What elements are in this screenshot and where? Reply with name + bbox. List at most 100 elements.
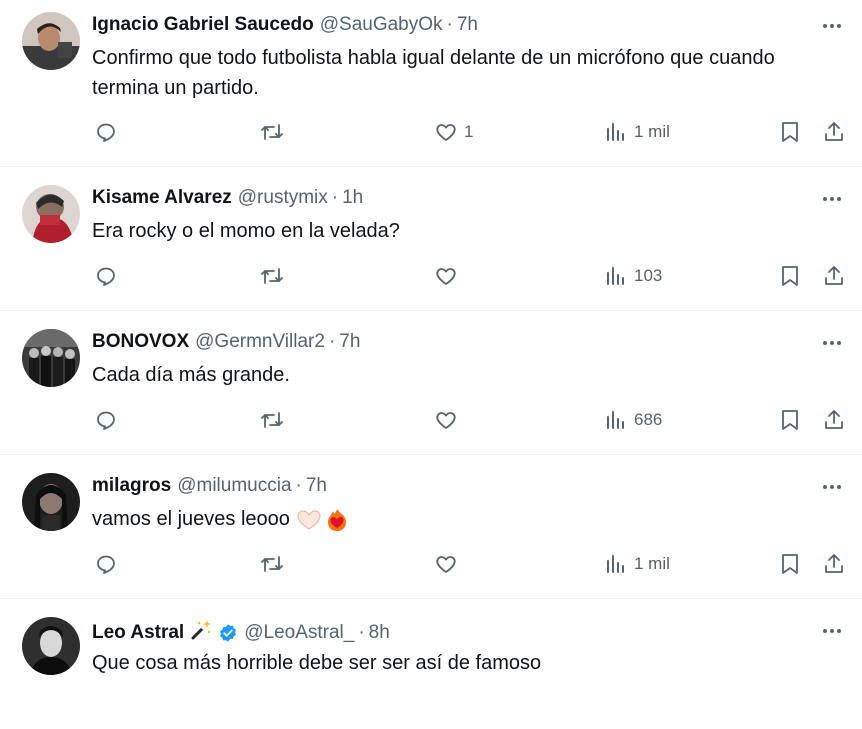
display-name[interactable]: Ignacio Gabriel Saucedo (92, 14, 314, 36)
view-count: 103 (634, 266, 663, 285)
tweet[interactable]: BONOVOX @GermnVillar2 · 7h Cada día más … (0, 311, 862, 455)
timestamp[interactable]: 1h (342, 187, 363, 209)
like-button[interactable]: 1 (434, 120, 473, 144)
avatar[interactable] (22, 617, 80, 675)
separator: · (358, 622, 365, 643)
bookmark-icon (782, 554, 798, 574)
heart-icon (436, 268, 456, 285)
share-button[interactable] (822, 552, 846, 576)
timestamp[interactable]: 7h (339, 331, 360, 353)
more-icon[interactable] (820, 14, 844, 38)
tweet-header: milagros @milumuccia · 7h (92, 475, 327, 497)
heart-hands-emoji-icon (296, 509, 322, 531)
tweet[interactable]: Kisame Alvarez @rustymix · 1h Era rocky … (0, 167, 862, 311)
user-handle[interactable]: @rustymix (238, 187, 328, 209)
retweet-icon (261, 124, 283, 140)
user-handle[interactable]: @SauGabyOk (320, 14, 443, 36)
user-handle[interactable]: @milumuccia (177, 475, 291, 497)
share-button[interactable] (822, 264, 846, 288)
action-bar: 1 mil (92, 552, 862, 582)
more-icon[interactable] (820, 619, 844, 643)
tweet[interactable]: Ignacio Gabriel Saucedo @SauGabyOk · 7h … (0, 0, 862, 167)
user-handle[interactable]: @LeoAstral_ (244, 622, 354, 644)
tweet[interactable]: Leo Astral @LeoAstral_ · 8h Que cosa más… (0, 599, 862, 729)
retweet-button[interactable] (260, 120, 284, 144)
display-name[interactable]: Kisame Alvarez (92, 187, 232, 209)
separator: · (295, 475, 302, 496)
share-button[interactable] (822, 120, 846, 144)
heart-on-fire-emoji-icon (324, 507, 350, 533)
share-icon (825, 410, 843, 429)
view-count: 1 mil (634, 554, 670, 573)
tweet-body: vamos el jueves leooo (92, 504, 802, 534)
retweet-button[interactable] (260, 552, 284, 576)
tweet-text: Confirmo que todo futbolista habla igual… (92, 47, 775, 99)
more-icon[interactable] (820, 475, 844, 499)
display-name[interactable]: BONOVOX (92, 331, 189, 353)
more-icon[interactable] (820, 331, 844, 355)
views-button[interactable]: 103 (604, 264, 662, 288)
like-button[interactable] (434, 552, 464, 576)
views-button[interactable]: 1 mil (604, 120, 670, 144)
avatar[interactable] (22, 473, 80, 531)
share-icon (825, 122, 843, 141)
reply-button[interactable] (94, 120, 118, 144)
bookmark-button[interactable] (778, 264, 802, 288)
share-icon (825, 266, 843, 285)
retweet-button[interactable] (260, 408, 284, 432)
tweet[interactable]: milagros @milumuccia · 7h vamos el jueve… (0, 455, 862, 599)
heart-icon (436, 556, 456, 573)
display-name[interactable]: Leo Astral (92, 622, 184, 644)
heart-icon (436, 412, 456, 429)
action-bar: 686 (92, 408, 862, 438)
magic-wand-emoji-icon (190, 619, 212, 647)
reply-button[interactable] (94, 552, 118, 576)
bookmark-icon (782, 122, 798, 142)
avatar[interactable] (22, 185, 80, 243)
replies-feed: Ignacio Gabriel Saucedo @SauGabyOk · 7h … (0, 0, 862, 729)
separator: · (446, 14, 453, 35)
bookmark-button[interactable] (778, 408, 802, 432)
verified-badge-icon[interactable] (218, 623, 238, 643)
views-icon (607, 267, 624, 285)
timestamp[interactable]: 8h (369, 622, 390, 644)
share-icon (825, 554, 843, 573)
avatar[interactable] (22, 12, 80, 70)
retweet-icon (261, 268, 283, 284)
bookmark-button[interactable] (778, 552, 802, 576)
views-button[interactable]: 686 (604, 408, 662, 432)
bookmark-button[interactable] (778, 120, 802, 144)
views-icon (607, 123, 624, 141)
views-button[interactable]: 1 mil (604, 552, 670, 576)
timestamp[interactable]: 7h (457, 14, 478, 36)
views-icon (607, 555, 624, 573)
display-name[interactable]: milagros (92, 475, 171, 497)
reply-icon (97, 123, 115, 142)
tweet-header: BONOVOX @GermnVillar2 · 7h (92, 331, 360, 353)
retweet-icon (261, 412, 283, 428)
tweet-header: Ignacio Gabriel Saucedo @SauGabyOk · 7h (92, 14, 478, 36)
action-bar: 1 1 mil (92, 120, 862, 150)
view-count: 686 (634, 410, 663, 429)
like-button[interactable] (434, 264, 464, 288)
tweet-text: vamos el jueves leooo (92, 508, 290, 530)
timestamp[interactable]: 7h (306, 475, 327, 497)
avatar[interactable] (22, 329, 80, 387)
user-handle[interactable]: @GermnVillar2 (195, 331, 325, 353)
reply-icon (97, 555, 115, 574)
tweet-header: Leo Astral @LeoAstral_ · 8h (92, 619, 390, 647)
like-count: 1 (464, 122, 474, 141)
separator: · (328, 331, 336, 352)
share-button[interactable] (822, 408, 846, 432)
tweet-header: Kisame Alvarez @rustymix · 1h (92, 187, 363, 209)
reply-button[interactable] (94, 264, 118, 288)
view-count: 1 mil (634, 122, 670, 141)
like-button[interactable] (434, 408, 464, 432)
retweet-icon (261, 556, 283, 572)
separator: · (331, 187, 339, 208)
reply-button[interactable] (94, 408, 118, 432)
retweet-button[interactable] (260, 264, 284, 288)
tweet-text: Que cosa más horrible debe ser ser así d… (92, 652, 542, 674)
more-icon[interactable] (820, 187, 844, 211)
reply-icon (97, 267, 115, 286)
